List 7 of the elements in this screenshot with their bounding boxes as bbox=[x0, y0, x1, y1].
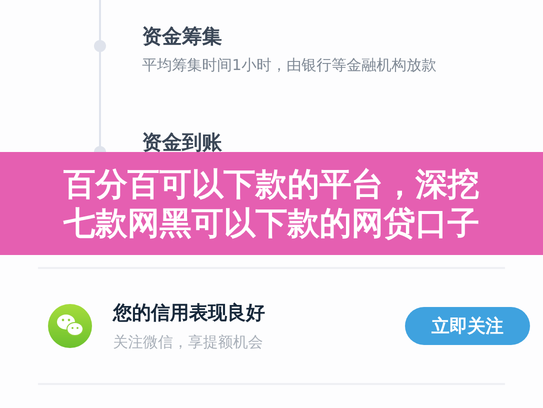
card-title: 您的信用表现良好 bbox=[113, 300, 266, 326]
follow-button[interactable]: 立即关注 bbox=[405, 307, 530, 345]
card-subtitle: 关注微信，享提额机会 bbox=[113, 332, 264, 352]
step-description: 平均筹集时间1小时，由银行等金融机构放款 bbox=[142, 55, 438, 76]
step-title: 资金筹集 bbox=[142, 23, 223, 50]
title-banner: 百分百可以下款的平台，深挖七款网黑可以下款的网贷口子 bbox=[0, 152, 543, 255]
chat-bubbles-icon bbox=[48, 304, 92, 348]
